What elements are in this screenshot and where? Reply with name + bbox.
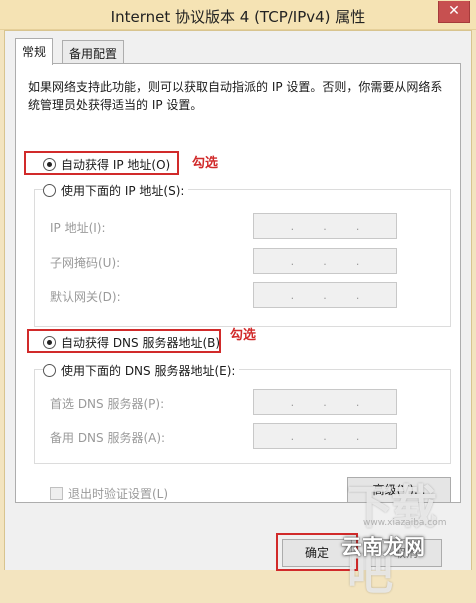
dialog-frame: 常规 备用配置 如果网络支持此功能，则可以获取自动指派的 IP 设置。否则，你需… bbox=[4, 30, 472, 600]
close-icon: ✕ bbox=[448, 3, 460, 19]
annotation-check-2: 勾选 bbox=[230, 328, 257, 343]
preferred-dns-label: 首选 DNS 服务器(P): bbox=[50, 397, 165, 411]
validate-checkbox[interactable] bbox=[50, 487, 63, 500]
radio-manual-ip-indicator[interactable] bbox=[43, 184, 56, 197]
subnet-mask-input[interactable]: ... bbox=[253, 248, 397, 274]
window-title: Internet 协议版本 4 (TCP/IPv4) 属性 bbox=[110, 8, 366, 26]
ip-address-input[interactable]: ... bbox=[253, 213, 397, 239]
radio-auto-ip-indicator[interactable] bbox=[43, 158, 56, 171]
title-bar: Internet 协议版本 4 (TCP/IPv4) 属性 ✕ bbox=[0, 0, 476, 30]
radio-auto-dns-indicator[interactable] bbox=[43, 336, 56, 349]
general-panel: 如果网络支持此功能，则可以获取自动指派的 IP 设置。否则，你需要从网络系统管理… bbox=[15, 63, 461, 503]
close-button[interactable]: ✕ bbox=[438, 1, 470, 23]
alternate-dns-input[interactable]: ... bbox=[253, 423, 397, 449]
watermark-site: www.xiazaiba.com bbox=[363, 518, 447, 528]
validate-label: 退出时验证设置(L) bbox=[68, 487, 169, 501]
alternate-dns-label: 备用 DNS 服务器(A): bbox=[50, 431, 166, 445]
validate-on-exit[interactable]: 退出时验证设置(L) bbox=[50, 485, 168, 502]
radio-manual-ip-label: 使用下面的 IP 地址(S): bbox=[61, 184, 185, 198]
radio-auto-dns[interactable]: 自动获得 DNS 服务器地址(B) bbox=[43, 334, 220, 351]
default-gateway-label: 默认网关(D): bbox=[50, 290, 121, 304]
dns-manual-group bbox=[34, 369, 451, 464]
subnet-mask-label: 子网掩码(U): bbox=[50, 256, 121, 270]
radio-manual-ip[interactable]: 使用下面的 IP 地址(S): bbox=[43, 182, 189, 199]
tab-general[interactable]: 常规 bbox=[15, 38, 54, 65]
default-gateway-input[interactable]: ... bbox=[253, 282, 397, 308]
radio-manual-dns-indicator[interactable] bbox=[43, 364, 56, 377]
radio-auto-ip[interactable]: 自动获得 IP 地址(O) bbox=[43, 156, 170, 173]
radio-auto-dns-label: 自动获得 DNS 服务器地址(B) bbox=[61, 336, 221, 350]
preferred-dns-input[interactable]: ... bbox=[253, 389, 397, 415]
radio-auto-ip-label: 自动获得 IP 地址(O) bbox=[61, 158, 171, 172]
watermark-overlay: 云南龙网 bbox=[341, 535, 425, 559]
description-text: 如果网络支持此功能，则可以获取自动指派的 IP 设置。否则，你需要从网络系统管理… bbox=[28, 80, 443, 112]
radio-manual-dns-label: 使用下面的 DNS 服务器地址(E): bbox=[61, 364, 236, 378]
tab-alternate-config[interactable]: 备用配置 bbox=[62, 40, 125, 64]
radio-manual-dns[interactable]: 使用下面的 DNS 服务器地址(E): bbox=[43, 362, 240, 379]
annotation-check-1: 勾选 bbox=[192, 156, 219, 171]
ip-address-label: IP 地址(I): bbox=[50, 221, 106, 235]
